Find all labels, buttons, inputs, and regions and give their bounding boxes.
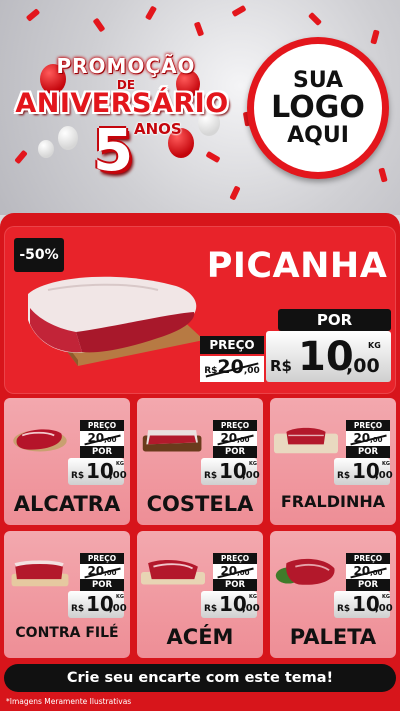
unit: KG — [382, 594, 390, 600]
product-card: PREÇO 20 ,00 POR R$ 10 ,00 KG FRALDINHA — [270, 398, 396, 525]
new-price-dec: ,00 — [109, 603, 127, 614]
currency: R$ — [71, 471, 85, 481]
confetti-decoration — [92, 17, 106, 33]
cta-banner[interactable]: Crie seu encarte com este tema! — [4, 664, 396, 692]
product-card: PREÇO 20 ,00 POR R$ 10 ,00 KG ALCATRA — [4, 398, 130, 525]
product-card: PREÇO 20 ,00 POR R$ 10 ,00 KG CONTRA FIL… — [4, 531, 130, 658]
logo-text-line1: SUA — [292, 68, 344, 94]
promo-number: 5 — [92, 116, 134, 184]
product-name: CONTRA FILÉ — [15, 625, 119, 641]
currency: R$ — [337, 471, 351, 481]
confetti-decoration — [307, 11, 323, 27]
new-price-dec: ,00 — [109, 470, 127, 481]
old-price: 20 ,00 — [346, 564, 390, 579]
new-price: R$ 10 ,00 KG — [334, 458, 393, 485]
new-price-dec: ,00 — [242, 470, 260, 481]
promo-title: PROMOÇÃO — [56, 54, 196, 78]
disclaimer-text: *Imagens Meramente Ilustrativas — [6, 697, 132, 706]
product-name: PALETA — [289, 625, 377, 649]
por-label: POR — [213, 579, 257, 591]
confetti-decoration — [25, 8, 41, 22]
new-price: R$ 10 ,00 KG — [68, 458, 127, 485]
product-card: PREÇO 20 ,00 POR R$ 10 ,00 KG PALETA — [270, 531, 396, 658]
por-label: POR — [346, 446, 390, 458]
por-label: POR — [80, 579, 124, 591]
featured-old-price: R$ 20 ,00 — [200, 356, 264, 382]
preco-label: PREÇO — [346, 553, 390, 564]
product-meat-image — [142, 430, 202, 452]
product-card: PREÇO 20 ,00 POR R$ 10 ,00 KG ACÉM — [137, 531, 263, 658]
featured-preco-label: PREÇO — [200, 336, 264, 354]
preco-label: PREÇO — [80, 553, 124, 564]
unit: KG — [116, 594, 124, 600]
promo-aniversario: ANIVERSÁRIO — [15, 88, 229, 119]
old-price: 20 ,00 — [80, 564, 124, 579]
unit: KG — [249, 594, 257, 600]
featured-new-price: R$ 10 ,00 KG — [266, 331, 391, 382]
old-price: 20 ,00 — [80, 431, 124, 446]
currency: R$ — [337, 604, 351, 614]
new-price-dec: ,00 — [375, 603, 393, 614]
por-label: POR — [213, 446, 257, 458]
logo-text-line2: LOGO — [271, 90, 365, 126]
new-price: R$ 10 ,00 KG — [201, 591, 260, 618]
featured-old-dec: ,00 — [243, 366, 260, 376]
confetti-decoration — [231, 4, 247, 18]
new-price-dec: ,00 — [375, 470, 393, 481]
por-label: POR — [346, 579, 390, 591]
promo-anos: ANOS — [134, 120, 182, 138]
currency: R$ — [204, 604, 218, 614]
new-price-dec: ,00 — [242, 603, 260, 614]
old-price: 20 ,00 — [213, 431, 257, 446]
preco-label: PREÇO — [213, 420, 257, 431]
new-price: R$ 10 ,00 KG — [201, 458, 260, 485]
anniversary-promo-logo: PROMOÇÃO DE ANIVERSÁRIO 5 ANOS — [6, 48, 236, 198]
unit: KG — [249, 461, 257, 467]
preco-label: PREÇO — [213, 553, 257, 564]
por-label: POR — [80, 446, 124, 458]
product-name: ALCATRA — [13, 492, 121, 516]
product-meat-image — [11, 560, 69, 587]
logo-text-line3: AQUI — [287, 122, 349, 148]
old-price: 20 ,00 — [346, 431, 390, 446]
confetti-decoration — [193, 21, 205, 37]
featured-por-label: POR — [278, 309, 391, 331]
currency: R$ — [71, 604, 85, 614]
header-banner: PROMOÇÃO DE ANIVERSÁRIO 5 ANOS SUA LOGO … — [0, 0, 400, 215]
unit: KG — [382, 461, 390, 467]
old-price: 20 ,00 — [213, 564, 257, 579]
picanha-meat-image — [28, 276, 204, 366]
confetti-decoration — [378, 167, 388, 183]
product-meat-image — [13, 429, 67, 452]
product-meat-image — [274, 427, 338, 454]
featured-new-dec: ,00 — [346, 355, 380, 377]
logo-placeholder-inner: SUA LOGO AQUI — [254, 44, 382, 172]
product-name: FRALDINHA — [280, 492, 386, 511]
featured-currency: R$ — [270, 357, 292, 375]
new-price: R$ 10 ,00 KG — [68, 591, 127, 618]
confetti-decoration — [370, 29, 380, 45]
product-name: ACÉM — [166, 625, 234, 649]
product-meat-image — [141, 560, 205, 585]
unit: KG — [116, 461, 124, 467]
product-name: COSTELA — [146, 492, 254, 516]
featured-product-name: PICANHA — [206, 246, 388, 286]
featured-unit: KG — [368, 341, 381, 350]
currency: R$ — [204, 471, 218, 481]
new-price: R$ 10 ,00 KG — [334, 591, 393, 618]
product-meat-image — [275, 558, 335, 585]
product-card: PREÇO 20 ,00 POR R$ 10 ,00 KG COSTELA — [137, 398, 263, 525]
confetti-decoration — [144, 5, 158, 21]
logo-placeholder: SUA LOGO AQUI — [247, 37, 389, 179]
preco-label: PREÇO — [80, 420, 124, 431]
preco-label: PREÇO — [346, 420, 390, 431]
